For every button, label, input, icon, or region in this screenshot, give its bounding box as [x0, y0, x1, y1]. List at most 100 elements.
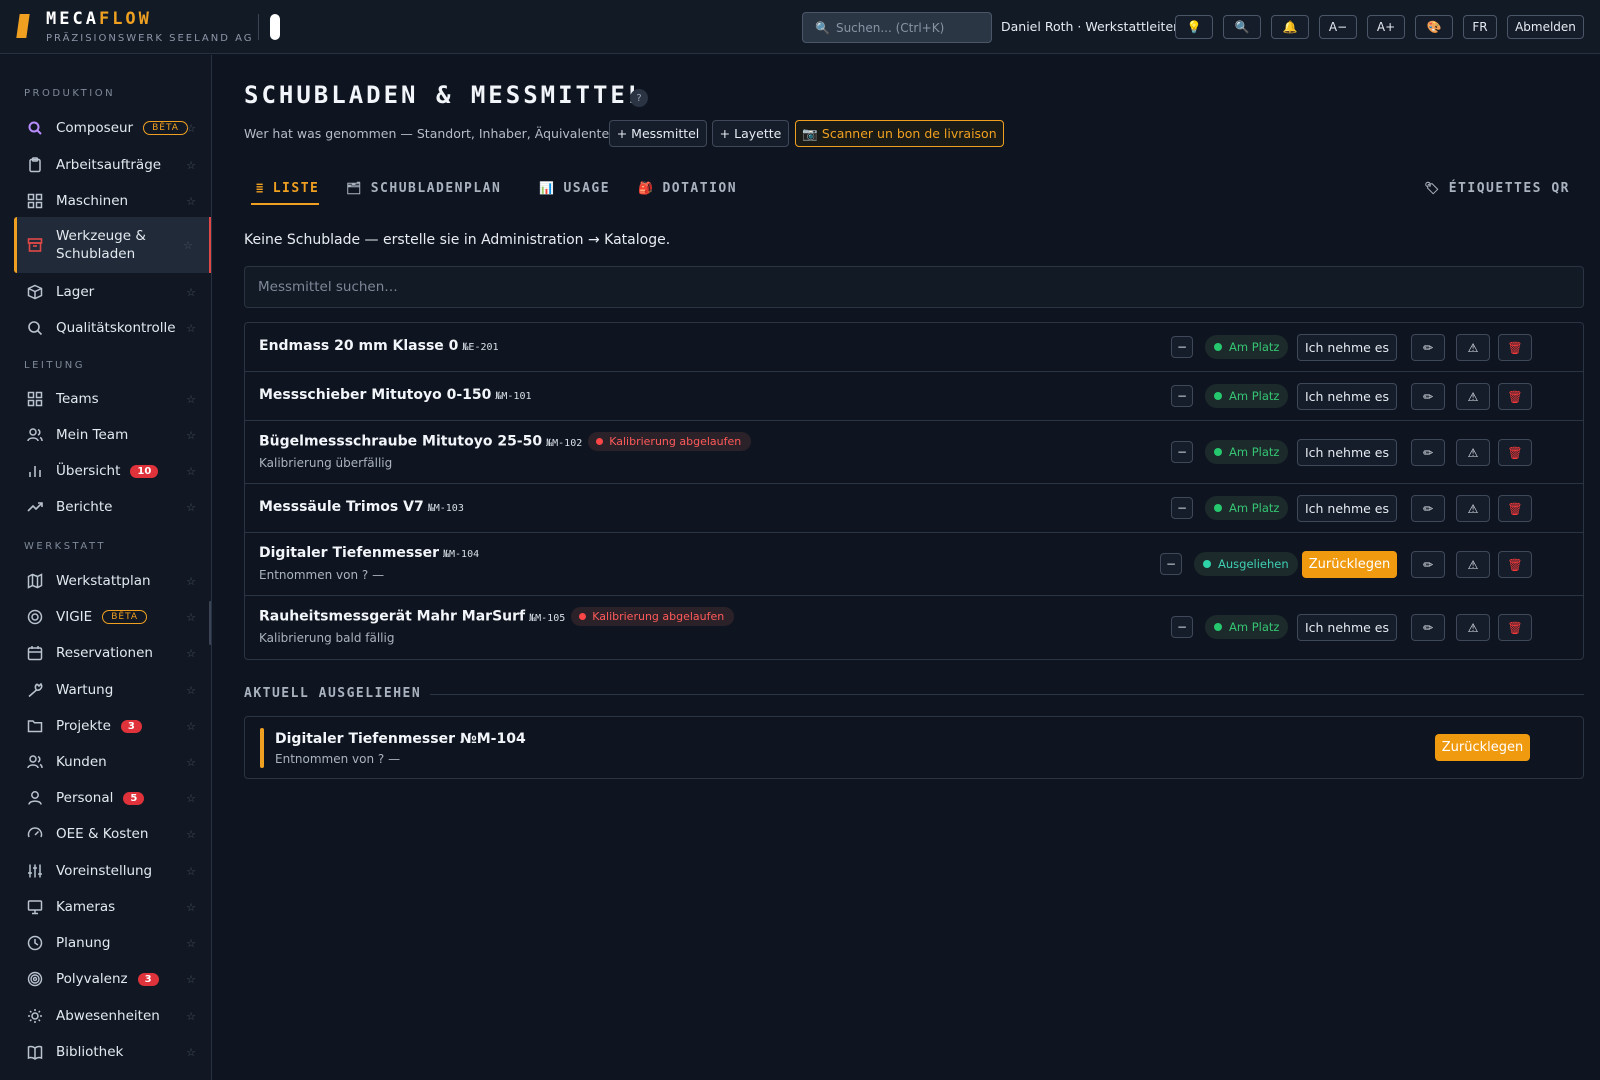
collapse-button[interactable]: − — [1171, 616, 1193, 638]
star-icon[interactable]: ☆ — [186, 122, 196, 135]
star-icon[interactable]: ☆ — [186, 575, 196, 588]
tips-button[interactable]: 💡 — [1175, 15, 1213, 39]
report-button[interactable]: ⚠ — [1456, 614, 1490, 641]
sidebar-item-vigie[interactable]: VIGIE BÊTA ☆ — [14, 599, 211, 635]
sidebar-item-maschinen[interactable]: Maschinen ☆ — [14, 183, 211, 219]
sidebar-item-werkzeuge[interactable]: Werkzeuge & Schubladen ☆ — [14, 217, 211, 273]
sidebar-item-personal[interactable]: Personal 5 ☆ — [14, 780, 211, 816]
star-icon[interactable]: ☆ — [186, 901, 196, 914]
delete-button[interactable]: 🗑 — [1498, 383, 1532, 410]
sidebar-item-planung[interactable]: Planung ☆ — [14, 925, 211, 961]
delete-button[interactable]: 🗑 — [1498, 551, 1532, 578]
sidebar-item-mein-team[interactable]: Mein Team ☆ — [14, 417, 211, 453]
search-placeholder: Messmittel suchen… — [258, 279, 398, 295]
delete-button[interactable]: 🗑 — [1498, 614, 1532, 641]
sidebar-item-uebersicht[interactable]: Übersicht 10 ☆ — [14, 453, 211, 489]
sidebar-toggle[interactable] — [270, 14, 280, 40]
star-icon[interactable]: ☆ — [186, 973, 196, 986]
sidebar-item-arbeitsauftraege[interactable]: Arbeitsaufträge ☆ — [14, 147, 211, 183]
star-icon[interactable]: ☆ — [186, 720, 196, 733]
star-icon[interactable]: ☆ — [186, 195, 196, 208]
star-icon[interactable]: ☆ — [186, 756, 196, 769]
sidebar-item-reservationen[interactable]: Reservationen ☆ — [14, 635, 211, 671]
star-icon[interactable]: ☆ — [186, 465, 196, 478]
take-button[interactable]: Ich nehme es — [1297, 614, 1397, 641]
star-icon[interactable]: ☆ — [186, 937, 196, 950]
edit-button[interactable]: ✏ — [1411, 383, 1445, 410]
sidebar-item-lager[interactable]: Lager ☆ — [14, 274, 211, 310]
sidebar-item-werkstattplan[interactable]: Werkstattplan ☆ — [14, 563, 211, 599]
font-decrease-button[interactable]: A− — [1319, 15, 1357, 39]
tab-etiquettes-qr[interactable]: 🏷 ÉTIQUETTES QR — [1424, 173, 1570, 203]
collapse-button[interactable]: − — [1171, 385, 1193, 407]
edit-button[interactable]: ✏ — [1411, 551, 1445, 578]
collapse-button[interactable]: − — [1171, 441, 1193, 463]
logout-button[interactable]: Abmelden — [1507, 15, 1584, 39]
sidebar-item-teams[interactable]: Teams ☆ — [14, 381, 211, 417]
star-icon[interactable]: ☆ — [186, 1010, 196, 1023]
sidebar-item-bibliothek[interactable]: Bibliothek ☆ — [14, 1034, 211, 1070]
star-icon[interactable]: ☆ — [186, 393, 196, 406]
star-icon[interactable]: ☆ — [186, 865, 196, 878]
font-increase-button[interactable]: A+ — [1367, 15, 1405, 39]
scan-delivery-note-button[interactable]: 📷 Scanner un bon de livraison — [795, 120, 1004, 147]
sidebar-item-berichte[interactable]: Berichte ☆ — [14, 489, 211, 525]
find-button[interactable]: 🔍 — [1223, 15, 1261, 39]
collapse-button[interactable]: − — [1171, 497, 1193, 519]
return-button[interactable]: Zurücklegen — [1435, 734, 1530, 761]
sidebar-item-voreinstellung[interactable]: Voreinstellung ☆ — [14, 853, 211, 889]
report-button[interactable]: ⚠ — [1456, 334, 1490, 361]
star-icon[interactable]: ☆ — [186, 684, 196, 697]
report-button[interactable]: ⚠ — [1456, 551, 1490, 578]
add-instrument-button[interactable]: + Messmittel — [609, 120, 707, 147]
sidebar-item-oee[interactable]: OEE & Kosten ☆ — [14, 816, 211, 852]
delete-button[interactable]: 🗑 — [1498, 495, 1532, 522]
sidebar-item-projekte[interactable]: Projekte 3 ☆ — [14, 708, 211, 744]
star-icon[interactable]: ☆ — [186, 611, 196, 624]
theme-button[interactable]: 🎨 — [1415, 15, 1453, 39]
edit-button[interactable]: ✏ — [1411, 495, 1445, 522]
report-button[interactable]: ⚠ — [1456, 439, 1490, 466]
sidebar-item-kameras[interactable]: Kameras ☆ — [14, 889, 211, 925]
take-button[interactable]: Ich nehme es — [1297, 439, 1397, 466]
take-button[interactable]: Ich nehme es — [1297, 495, 1397, 522]
tab-usage[interactable]: 📊 USAGE — [539, 173, 610, 203]
edit-button[interactable]: ✏ — [1411, 439, 1445, 466]
tab-schubladenplan[interactable]: 🗂 SCHUBLADENPLAN — [346, 173, 501, 203]
take-button[interactable]: Ich nehme es — [1297, 334, 1397, 361]
delete-button[interactable]: 🗑 — [1498, 334, 1532, 361]
star-icon[interactable]: ☆ — [186, 1046, 196, 1059]
sidebar-item-abwesenheiten[interactable]: Abwesenheiten ☆ — [14, 998, 211, 1034]
add-layette-button[interactable]: + Layette — [712, 120, 789, 147]
collapse-button[interactable]: − — [1160, 553, 1182, 575]
tab-dotation[interactable]: 🎒 DOTATION — [638, 173, 737, 203]
global-search-input[interactable]: 🔍 Suchen... (Ctrl+K) — [802, 12, 992, 43]
notifications-button[interactable]: 🔔 — [1271, 15, 1309, 39]
star-icon[interactable]: ☆ — [186, 828, 196, 841]
take-button[interactable]: Ich nehme es — [1297, 383, 1397, 410]
star-icon[interactable]: ☆ — [186, 647, 196, 660]
star-icon[interactable]: ☆ — [186, 429, 196, 442]
report-button[interactable]: ⚠ — [1456, 495, 1490, 522]
instrument-search-input[interactable]: Messmittel suchen… — [244, 266, 1584, 308]
collapse-button[interactable]: − — [1171, 336, 1193, 358]
star-icon[interactable]: ☆ — [186, 501, 196, 514]
star-icon[interactable]: ☆ — [186, 159, 196, 172]
help-icon[interactable]: ? — [630, 89, 648, 107]
edit-button[interactable]: ✏ — [1411, 614, 1445, 641]
sidebar-item-composeur[interactable]: Composeur BÊTA ☆ — [14, 110, 211, 146]
star-icon[interactable]: ☆ — [186, 286, 196, 299]
star-icon[interactable]: ☆ — [186, 792, 196, 805]
language-button[interactable]: FR — [1463, 15, 1497, 39]
tab-liste[interactable]: ≣ LISTE — [256, 173, 319, 203]
return-button[interactable]: Zurücklegen — [1302, 551, 1397, 578]
delete-button[interactable]: 🗑 — [1498, 439, 1532, 466]
sidebar-item-qualitaetskontrolle[interactable]: Qualitätskontrolle ☆ — [14, 310, 211, 346]
star-icon[interactable]: ☆ — [183, 239, 193, 252]
sidebar-item-wartung[interactable]: Wartung ☆ — [14, 672, 211, 708]
sidebar-item-kunden[interactable]: Kunden ☆ — [14, 744, 211, 780]
report-button[interactable]: ⚠ — [1456, 383, 1490, 410]
sidebar-item-polyvalenz[interactable]: Polyvalenz 3 ☆ — [14, 961, 211, 997]
star-icon[interactable]: ☆ — [186, 322, 196, 335]
edit-button[interactable]: ✏ — [1411, 334, 1445, 361]
